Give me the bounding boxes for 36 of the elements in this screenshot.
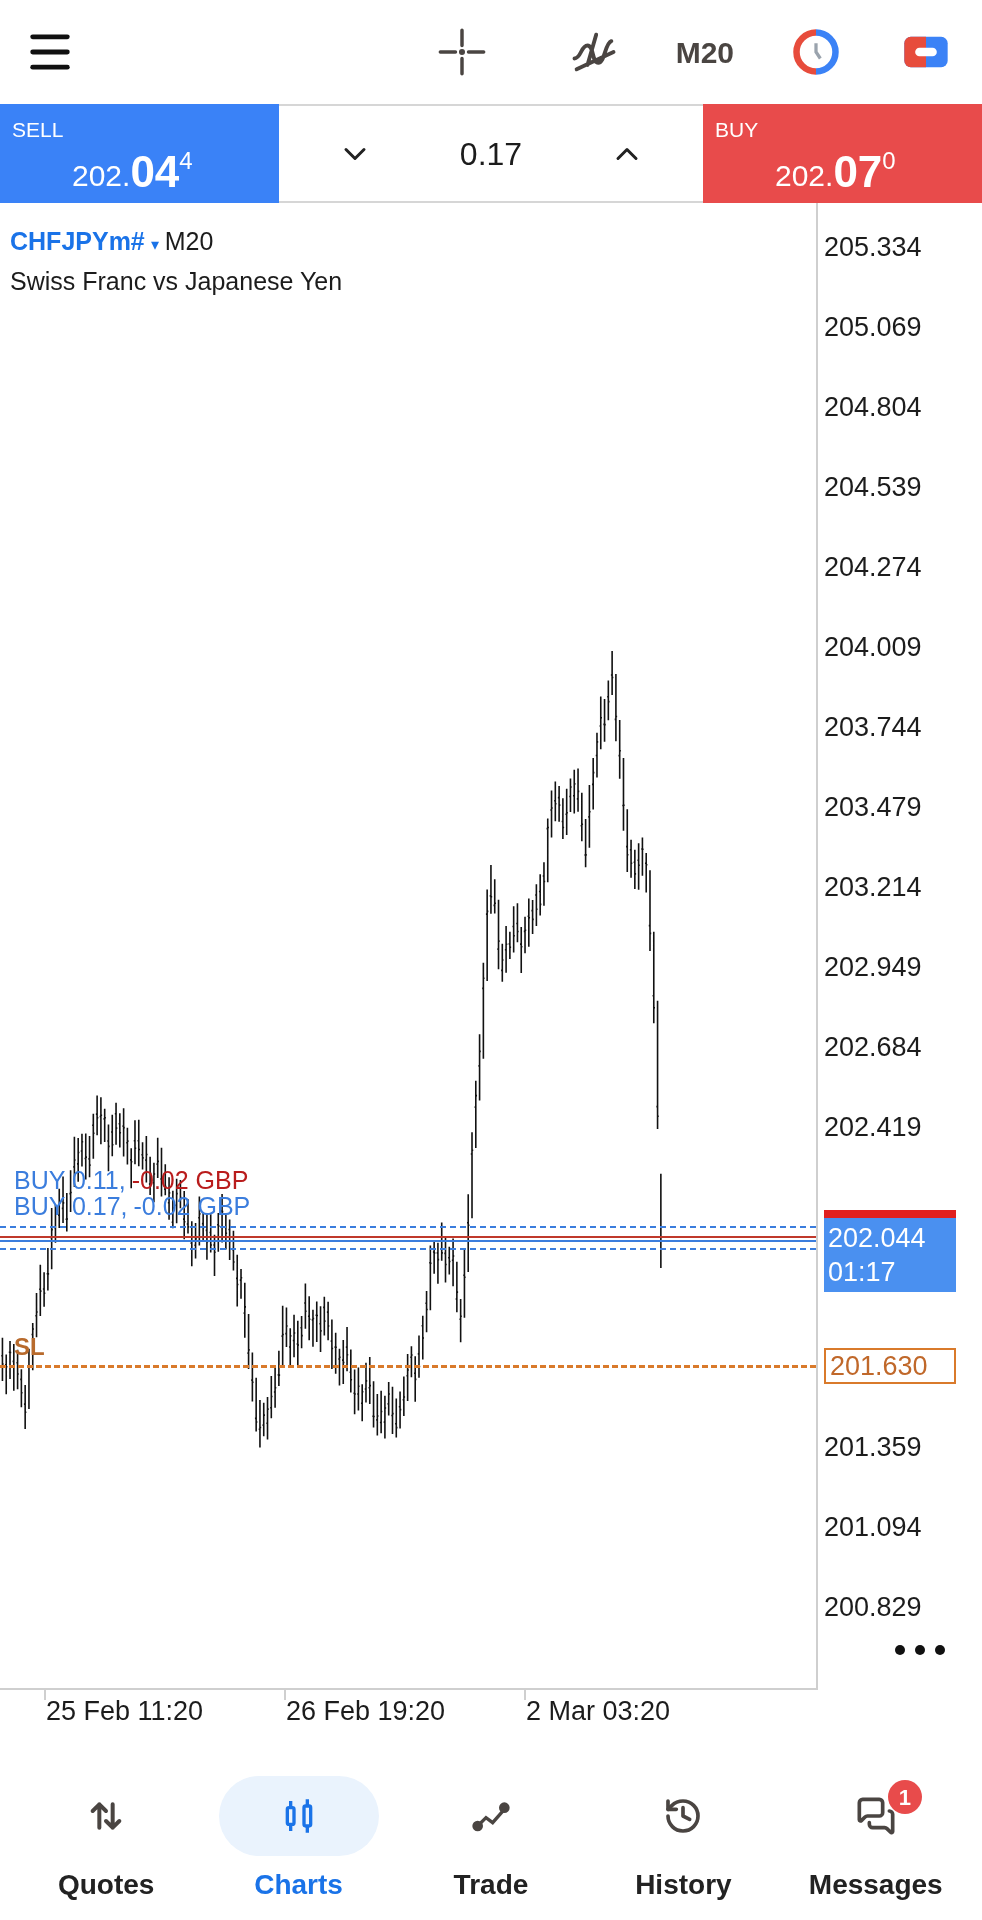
nav-tab[interactable]: Trade xyxy=(400,1776,581,1920)
price-tick: 203.479 xyxy=(824,793,922,821)
nav-tab[interactable]: History xyxy=(593,1776,774,1920)
price-tick: 202.419 xyxy=(824,1113,922,1141)
symbol-description: Swiss Franc vs Japanese Yen xyxy=(10,265,343,297)
dropdown-arrow[interactable]: ▾ xyxy=(150,233,159,257)
volume-field[interactable]: 0.17 xyxy=(373,129,609,178)
symbol-name[interactable]: CHFJPYm# xyxy=(10,223,145,261)
price-tick: 204.274 xyxy=(824,553,922,581)
price-tick: 205.069 xyxy=(824,313,922,341)
bar-countdown: 01:17 xyxy=(828,1256,897,1290)
price-tick: 203.214 xyxy=(824,873,922,901)
chart-timeframe: M20 xyxy=(164,226,214,257)
price-tick: 201.094 xyxy=(824,1513,922,1541)
price-tick: 205.334 xyxy=(824,233,922,261)
price-tick: 204.009 xyxy=(824,633,922,661)
price-tick: 201.359 xyxy=(824,1433,922,1461)
nav-tab[interactable]: Charts xyxy=(208,1776,389,1920)
unread-badge: 1 xyxy=(887,1780,922,1814)
price-tick: 204.539 xyxy=(824,473,922,501)
time-tick: 26 Feb 19:20 xyxy=(286,1698,447,1725)
price-tick: 200.829 xyxy=(824,1593,922,1621)
clock-circle-icon[interactable] xyxy=(790,26,842,78)
stop-loss-price: 201.630 xyxy=(824,1348,956,1385)
chat-bubbles-icon xyxy=(855,1796,896,1836)
time-tick: 25 Feb 11:20 xyxy=(46,1698,205,1725)
current-price: 202.044 xyxy=(828,1222,927,1256)
price-tick: 202.684 xyxy=(824,1033,922,1061)
price-tick: 202.949 xyxy=(824,953,922,981)
nav-tab[interactable]: 1 Messages xyxy=(785,1776,966,1920)
price-tick: 203.744 xyxy=(824,713,922,741)
more-icon[interactable] xyxy=(894,1644,946,1656)
timeframe-button[interactable]: M20 xyxy=(675,29,734,75)
time-tick: 2 Mar 03:20 xyxy=(526,1698,672,1725)
nav-tab[interactable]: Quotes xyxy=(16,1776,197,1920)
price-tick: 204.804 xyxy=(824,393,922,421)
